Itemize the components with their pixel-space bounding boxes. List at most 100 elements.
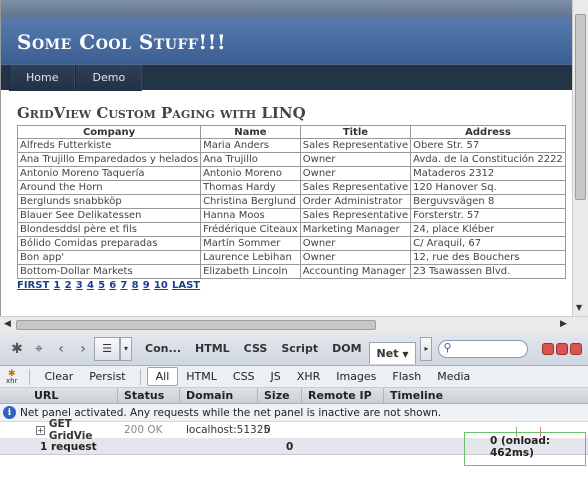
filter-images[interactable]: Images bbox=[328, 368, 384, 385]
table-cell: Ana Trujillo Emparedados y helados bbox=[16, 152, 202, 167]
table-cell: Sales Representative bbox=[299, 180, 412, 195]
clear-button[interactable]: Clear bbox=[36, 368, 81, 385]
page-content: GridView Custom Paging with LINQ Company… bbox=[1, 90, 572, 291]
scroll-right-icon[interactable]: ▶ bbox=[560, 319, 567, 329]
vertical-scrollbar[interactable]: ▼ bbox=[572, 0, 588, 316]
summary-size: 0 bbox=[286, 440, 294, 453]
panel-list-dropdown[interactable]: ▾ bbox=[120, 336, 132, 361]
scroll-down-icon[interactable]: ▼ bbox=[576, 303, 582, 312]
col-url[interactable]: URL bbox=[0, 388, 118, 403]
filter-js[interactable]: JS bbox=[263, 368, 289, 385]
table-row: Blauer See Delikatessen Hanna Moos Sales R… bbox=[16, 208, 566, 223]
table-cell: 12, rue des Bouchers bbox=[410, 250, 566, 265]
table-cell: Mataderos 2312 bbox=[410, 166, 566, 181]
table-cell: Marketing Manager bbox=[299, 222, 412, 237]
col-timeline[interactable]: Timeline bbox=[384, 388, 588, 403]
col-remote-ip[interactable]: Remote IP bbox=[302, 388, 384, 403]
filter-html[interactable]: HTML bbox=[178, 368, 225, 385]
table-row: Antonio Moreno Taquería Antonio Moreno Own… bbox=[16, 166, 566, 181]
col-size[interactable]: Size bbox=[258, 388, 302, 403]
tab-net[interactable]: Net ▼ bbox=[368, 341, 417, 364]
pager-page-link[interactable]: 10 bbox=[154, 280, 168, 291]
table-row: Blondesddsl père et fils Frédérique Citea… bbox=[16, 222, 566, 237]
net-column-header: URL Status Domain Size Remote IP Timelin… bbox=[0, 388, 588, 404]
tab-console[interactable]: Con... bbox=[138, 342, 188, 355]
table-row: Ana Trujillo Emparedados y helados Ana Tr… bbox=[16, 152, 566, 167]
pager-page-link[interactable]: 8 bbox=[132, 280, 139, 291]
table-cell: 23 Tsawassen Blvd. bbox=[410, 264, 566, 279]
detach-icon[interactable] bbox=[556, 342, 569, 355]
page-viewport: Some Cool Stuff!!! Home Demo GridView Cu… bbox=[0, 0, 572, 316]
separator bbox=[29, 368, 31, 385]
pager-page-link[interactable]: 7 bbox=[120, 280, 127, 291]
horizontal-scroll-thumb[interactable] bbox=[16, 320, 376, 330]
col-status[interactable]: Status bbox=[118, 388, 180, 403]
table-cell: Frédérique Citeaux bbox=[200, 222, 301, 237]
pager-page-link[interactable]: 2 bbox=[65, 280, 72, 291]
pager-page-link[interactable]: 6 bbox=[109, 280, 116, 291]
notice-text: Net panel activated. Any requests while … bbox=[20, 406, 442, 419]
site-banner: Some Cool Stuff!!! bbox=[1, 18, 572, 64]
menu-item-demo[interactable]: Demo bbox=[75, 65, 143, 91]
scroll-left-icon[interactable]: ◀ bbox=[4, 319, 11, 329]
pager-last-link[interactable]: LAST bbox=[172, 280, 200, 291]
table-cell: Blondesddsl père et fils bbox=[16, 222, 202, 237]
horizontal-scrollbar[interactable]: ◀ ▶ bbox=[0, 316, 588, 332]
vertical-scroll-thumb[interactable] bbox=[575, 14, 586, 200]
table-cell: Berguvsvägen 8 bbox=[410, 194, 566, 209]
table-cell: Maria Anders bbox=[200, 138, 301, 153]
back-arrow-icon[interactable]: ‹ bbox=[50, 338, 72, 360]
xhr-label: xhr bbox=[6, 376, 18, 385]
col-name: Name bbox=[200, 125, 301, 139]
table-row: Around the Horn Thomas Hardy Sales Represe… bbox=[16, 180, 566, 195]
table-row: Bólido Comidas preparadas Martín Sommer Ow… bbox=[16, 236, 566, 251]
pager-page-link[interactable]: 3 bbox=[76, 280, 83, 291]
tab-css[interactable]: CSS bbox=[237, 342, 275, 355]
table-row: Alfreds Futterkiste Maria Anders Sales Rep… bbox=[16, 138, 566, 153]
table-cell: Forsterstr. 57 bbox=[410, 208, 566, 223]
tab-script[interactable]: Script bbox=[274, 342, 325, 355]
filter-media[interactable]: Media bbox=[429, 368, 478, 385]
more-tabs-button[interactable]: ▸ bbox=[420, 336, 433, 361]
inspect-icon[interactable]: ⌖ bbox=[28, 338, 50, 360]
filter-flash[interactable]: Flash bbox=[384, 368, 429, 385]
menu-item-home[interactable]: Home bbox=[9, 65, 76, 91]
separator bbox=[139, 368, 141, 385]
table-cell: Elizabeth Lincoln bbox=[200, 264, 301, 279]
table-cell: 120 Hanover Sq. bbox=[410, 180, 566, 195]
search-input[interactable]: ⚲ bbox=[438, 339, 529, 358]
firebug-toolbar: ✱ ⌖ ‹ › ☰ ▾ Con... HTML CSS Script DOM N… bbox=[0, 332, 588, 366]
pager-page-link[interactable]: 9 bbox=[143, 280, 150, 291]
table-cell: Accounting Manager bbox=[299, 264, 412, 279]
filter-xhr[interactable]: XHR bbox=[289, 368, 328, 385]
table-cell: Bottom-Dollar Markets bbox=[16, 264, 202, 279]
table-cell: Owner bbox=[299, 166, 412, 181]
forward-arrow-icon[interactable]: › bbox=[72, 338, 94, 360]
filter-all[interactable]: All bbox=[146, 367, 179, 386]
persist-button[interactable]: Persist bbox=[81, 368, 133, 385]
pager-page-link[interactable]: 4 bbox=[87, 280, 94, 291]
table-cell: Blauer See Delikatessen bbox=[16, 208, 202, 223]
tab-html[interactable]: HTML bbox=[188, 342, 237, 355]
minimize-icon[interactable] bbox=[542, 342, 555, 355]
xhr-toggle[interactable]: ✱ xhr bbox=[6, 369, 17, 385]
chevron-right-icon: ▸ bbox=[424, 344, 429, 353]
col-address: Address bbox=[410, 125, 566, 139]
table-cell: Thomas Hardy bbox=[200, 180, 301, 195]
table-cell: Antonio Moreno Taquería bbox=[16, 166, 202, 181]
request-url-cell: + GET GridVie bbox=[0, 418, 118, 442]
expand-icon[interactable]: + bbox=[36, 425, 45, 435]
table-cell: Owner bbox=[299, 152, 412, 167]
col-domain[interactable]: Domain bbox=[180, 388, 258, 403]
pager-first-link[interactable]: FIRST bbox=[17, 280, 49, 291]
filter-css[interactable]: CSS bbox=[225, 368, 263, 385]
table-cell: Hanna Moos bbox=[200, 208, 301, 223]
panel-list-button[interactable]: ☰ bbox=[94, 336, 120, 361]
close-icon[interactable] bbox=[570, 342, 583, 355]
pager-page-link[interactable]: 1 bbox=[53, 280, 60, 291]
tab-dom[interactable]: DOM bbox=[325, 342, 368, 355]
table-cell: Owner bbox=[299, 250, 412, 265]
firebug-bug-icon[interactable]: ✱ bbox=[6, 338, 28, 360]
pager-page-link[interactable]: 5 bbox=[98, 280, 105, 291]
table-cell: Berglunds snabbköp bbox=[16, 194, 202, 209]
